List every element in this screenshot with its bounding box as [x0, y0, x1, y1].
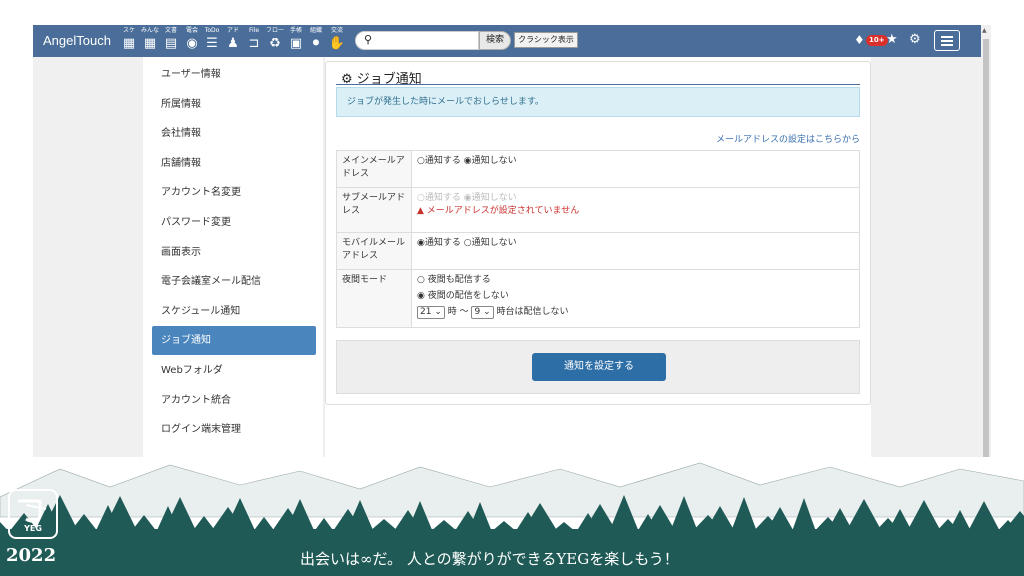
- to-hour-unit: 時台は配信しない: [496, 307, 569, 317]
- info-alert: ジョブが発生した時にメールでおしらせします。: [336, 87, 860, 117]
- main-mail-no-notify-radio[interactable]: ◉通知しない: [464, 156, 517, 166]
- document-icon: ▤: [164, 36, 178, 51]
- row-value-night-mode: ○ 夜間も配信する ◉ 夜間の配信をしない 21 ⌄ 時 〜 9 ⌄ 時台は配信…: [411, 269, 860, 328]
- hamburger-menu-button[interactable]: [934, 30, 960, 51]
- sidebar-item[interactable]: ジョブ通知: [152, 326, 316, 356]
- mobile-mail-notify-radio[interactable]: ◉通知する: [417, 238, 461, 248]
- night-no-deliver-radio[interactable]: ◉ 夜間の配信をしない: [417, 290, 854, 303]
- mountain-range: [0, 462, 1024, 518]
- sidebar-item[interactable]: 所属情報: [152, 90, 316, 119]
- from-hour-select[interactable]: 21 ⌄: [417, 306, 445, 319]
- table-row: メインメールアドレス ○通知する ◉通知しない: [336, 150, 860, 188]
- sidebar-item[interactable]: パスワード変更: [152, 208, 316, 237]
- sidebar-item[interactable]: 会社情報: [152, 119, 316, 148]
- sub-mail-warning: メールアドレスが設定されていません: [426, 206, 580, 216]
- row-label-night-mode: 夜間モード: [336, 269, 412, 328]
- app-handshake[interactable]: 交流 ✋: [326, 27, 348, 55]
- app-label: 交流: [330, 27, 343, 34]
- sidebar-item[interactable]: アカウント名変更: [152, 178, 316, 207]
- mobile-mail-no-notify-radio[interactable]: ○通知しない: [464, 238, 517, 248]
- search-button[interactable]: 検索: [479, 31, 511, 50]
- table-row: モバイルメールアドレス ◉通知する ○通知しない: [336, 232, 860, 270]
- folder-icon: ⊐: [248, 36, 260, 51]
- yeg-logo-icon: [18, 499, 47, 523]
- yeg-banner: YEG 2022 出会いは∞だ。 人との繋がりができるYEGを楽しもう！: [0, 457, 1024, 576]
- to-hour-select[interactable]: 9 ⌄: [471, 306, 494, 319]
- app-brand[interactable]: AngelTouch: [43, 33, 111, 48]
- top-nav-bar: AngelTouch スケ ▦ みんな ▦ 文書 ▤ 電会 ◉ ToDo ☰ アド ♟ File ⊐ フロー…: [33, 25, 981, 57]
- yeg-logo: YEG: [8, 489, 58, 539]
- row-label-mobile-mail: モバイルメールアドレス: [336, 232, 412, 270]
- sidebar-item[interactable]: 画面表示: [152, 238, 316, 267]
- recycle-flow-icon: ♻: [269, 36, 281, 51]
- sidebar-item[interactable]: アカウント統合: [152, 386, 316, 415]
- search-box: ⚲: [355, 31, 479, 50]
- sidebar-item[interactable]: スケジュール通知: [152, 297, 316, 326]
- row-value-sub-mail: ○通知する ◉通知しない ▲ メールアドレスが設定されていません: [411, 187, 860, 233]
- from-hour-unit: 時 〜: [447, 307, 469, 317]
- row-value-main-mail: ○通知する ◉通知しない: [411, 150, 860, 188]
- action-bar: 通知を設定する: [336, 340, 860, 394]
- job-notification-panel: ⚙ ジョブ通知 ジョブが発生した時にメールでおしらせします。 メールアドレスの設…: [325, 57, 871, 457]
- sidebar-item[interactable]: 電子会議室メール配信: [152, 267, 316, 296]
- user-icon: ♟: [227, 36, 239, 51]
- settings-card: ⚙ ジョブ通知 ジョブが発生した時にメールでおしらせします。 メールアドレスの設…: [325, 61, 871, 405]
- banner-year: 2022: [6, 545, 57, 566]
- row-value-mobile-mail: ◉通知する ○通知しない: [411, 232, 860, 270]
- logo-text: YEG: [24, 524, 42, 533]
- banner-slogan: 出会いは∞だ。 人との繋がりができるYEGを楽しもう！: [300, 550, 679, 568]
- calendar-group-icon: ▦: [143, 36, 157, 51]
- todo-list-icon: ☰: [206, 36, 218, 51]
- row-label-main-mail: メインメールアドレス: [336, 150, 412, 188]
- save-notification-button[interactable]: 通知を設定する: [532, 353, 666, 381]
- classic-view-button[interactable]: クラシック表示: [514, 32, 578, 48]
- table-row: サブメールアドレス ○通知する ◉通知しない ▲ メールアドレスが設定されていま…: [336, 187, 860, 233]
- handshake-icon: ✋: [328, 36, 346, 51]
- sidebar-item[interactable]: ユーザー情報: [152, 60, 316, 89]
- contact-book-icon: ▣: [289, 36, 303, 51]
- settings-sidebar: ユーザー情報 所属情報 会社情報 店舗情報 アカウント名変更 パスワード変更 画面表示 電子会…: [143, 57, 323, 457]
- main-mail-notify-radio[interactable]: ○通知する: [417, 156, 461, 166]
- sub-mail-notify-radio: ○通知する: [417, 193, 461, 203]
- gear-icon[interactable]: ⚙: [909, 32, 921, 47]
- sidebar-item[interactable]: Webフォルダ: [152, 356, 316, 385]
- table-row: 夜間モード ○ 夜間も配信する ◉ 夜間の配信をしない 21 ⌄ 時 〜 9 ⌄…: [336, 269, 860, 328]
- night-deliver-radio[interactable]: ○ 夜間も配信する: [417, 274, 854, 287]
- bell-icon[interactable]: ♦: [854, 33, 865, 47]
- search-icon: ⚲: [364, 33, 373, 46]
- org-chart-icon: ⚫: [310, 36, 322, 51]
- scrollbar-thumb[interactable]: [983, 39, 989, 459]
- mail-settings-link[interactable]: メールアドレスの設定はこちらから: [716, 132, 860, 145]
- star-icon[interactable]: ★: [886, 32, 898, 47]
- calendar-grid-icon: ▦: [122, 36, 136, 51]
- title-underline: [336, 84, 860, 85]
- warning-icon: ▲: [417, 206, 424, 216]
- notification-badge: 10+: [866, 35, 888, 46]
- row-label-sub-mail: サブメールアドレス: [336, 187, 412, 233]
- sidebar-item[interactable]: ログイン端末管理: [152, 415, 316, 444]
- chat-bubble-icon: ◉: [186, 36, 198, 51]
- sidebar-item[interactable]: 店舗情報: [152, 149, 316, 178]
- page-scrollbar[interactable]: ▲: [981, 25, 991, 459]
- scroll-up-arrow-icon[interactable]: ▲: [982, 27, 987, 34]
- notification-settings-table: メインメールアドレス ○通知する ◉通知しない サブメールアドレス ○通知する …: [336, 150, 860, 328]
- sub-mail-no-notify-radio: ◉通知しない: [463, 193, 517, 203]
- search-input[interactable]: [380, 33, 478, 50]
- night-hours-row: 21 ⌄ 時 〜 9 ⌄ 時台は配信しない: [417, 306, 854, 319]
